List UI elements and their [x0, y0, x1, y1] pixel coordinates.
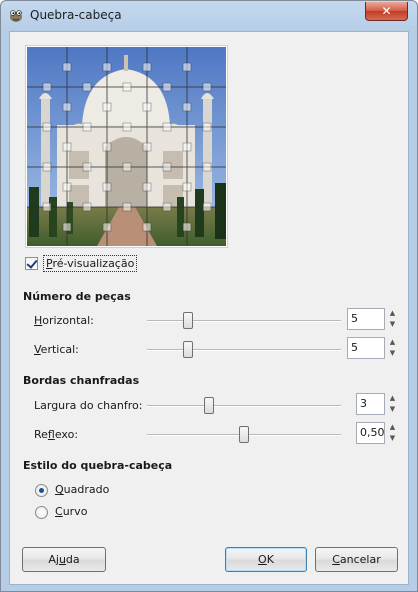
vertical-spin-arrows[interactable]: ▲ ▼	[387, 337, 398, 359]
spin-down-icon[interactable]: ▼	[387, 433, 398, 444]
help-label-rest: da	[65, 553, 80, 566]
window-title: Quebra-cabeça	[30, 8, 122, 22]
dialog-body: Pré-visualização Número de peças Horizon…	[9, 31, 409, 585]
cancel-label-mnemonic: C	[332, 553, 340, 566]
horizontal-slider-handle[interactable]	[182, 312, 193, 329]
vertical-label-mnemonic: V	[34, 343, 41, 356]
highlight-spin-input[interactable]: 0,50	[356, 422, 385, 444]
gimp-icon	[10, 10, 22, 22]
help-label-pre: Aj	[48, 553, 59, 566]
cancel-label-rest: ancelar	[339, 553, 381, 566]
bevel-width-label: Largura do chanfro:	[34, 399, 142, 412]
section-title-bevel: Bordas chanfradas	[23, 374, 140, 387]
highlight-label-pre: Re	[34, 428, 48, 441]
preview-label-rest: ré-visualização	[52, 257, 135, 270]
spin-down-icon[interactable]: ▼	[387, 319, 398, 330]
radio-square-label[interactable]: Quadrado	[55, 483, 109, 496]
vertical-label-rest: ertical:	[40, 343, 79, 356]
puzzle-preview-graphic	[27, 47, 226, 246]
bevel-width-spin-arrows[interactable]: ▲ ▼	[387, 393, 398, 415]
spin-down-icon[interactable]: ▼	[387, 348, 398, 359]
vertical-slider[interactable]	[147, 341, 341, 358]
radio-curved-rest: urvo	[62, 505, 88, 518]
radio-curved-mnemonic: C	[55, 505, 63, 518]
horizontal-slider[interactable]	[147, 312, 341, 329]
ok-label-rest: K	[266, 553, 274, 566]
vertical-spin-input[interactable]: 5	[347, 337, 385, 359]
close-button[interactable]: ✕	[365, 2, 408, 21]
title-bar[interactable]: Quebra-cabeça ✕	[1, 1, 417, 31]
highlight-spin-arrows[interactable]: ▲ ▼	[387, 422, 398, 444]
spin-up-icon[interactable]: ▲	[387, 393, 398, 404]
help-button[interactable]: Ajuda	[22, 547, 106, 572]
spin-up-icon[interactable]: ▲	[387, 337, 398, 348]
preview-image	[25, 45, 228, 248]
bevel-width-spin-input[interactable]: 3	[356, 393, 385, 415]
horizontal-label: Horizontal:	[34, 314, 94, 327]
highlight-slider[interactable]	[147, 426, 341, 443]
spin-down-icon[interactable]: ▼	[387, 404, 398, 415]
horizontal-label-rest: orizontal:	[42, 314, 94, 327]
vertical-label: Vertical:	[34, 343, 79, 356]
help-label-mnemonic: u	[58, 553, 66, 566]
section-title-pieces: Número de peças	[23, 290, 131, 303]
spin-up-icon[interactable]: ▲	[387, 308, 398, 319]
cancel-button[interactable]: Cancelar	[315, 547, 398, 572]
bevel-width-slider-handle[interactable]	[204, 397, 215, 414]
bevel-width-slider[interactable]	[147, 397, 341, 414]
preview-checkbox-label[interactable]: Pré-visualização	[43, 255, 138, 272]
bevel-width-label-text: Largura do chanfro	[34, 399, 139, 412]
vertical-slider-handle[interactable]	[182, 341, 193, 358]
ok-label-mnemonic: O	[258, 553, 267, 566]
preview-checkbox[interactable]	[25, 257, 38, 270]
horizontal-spin-input[interactable]: 5	[347, 308, 385, 330]
bevel-width-label-colon: :	[138, 399, 143, 412]
highlight-label-rest: lexo:	[54, 428, 79, 441]
highlight-label: Reflexo:	[34, 428, 78, 441]
highlight-label-mnemonic: f	[47, 428, 55, 441]
radio-square-mnemonic: Q	[55, 483, 64, 496]
radio-square-rest: uadrado	[63, 483, 110, 496]
dialog-window: Quebra-cabeça ✕ Pré-visualização Número …	[0, 0, 418, 592]
radio-curved-label[interactable]: Curvo	[55, 505, 87, 518]
close-icon: ✕	[381, 4, 392, 18]
radio-curved[interactable]	[35, 506, 48, 519]
radio-square[interactable]	[35, 484, 48, 497]
ok-button[interactable]: OK	[225, 547, 307, 572]
horizontal-spin-arrows[interactable]: ▲ ▼	[387, 308, 398, 330]
spin-up-icon[interactable]: ▲	[387, 422, 398, 433]
section-title-style: Estilo do quebra-cabeça	[23, 459, 173, 472]
highlight-slider-handle[interactable]	[239, 426, 249, 443]
